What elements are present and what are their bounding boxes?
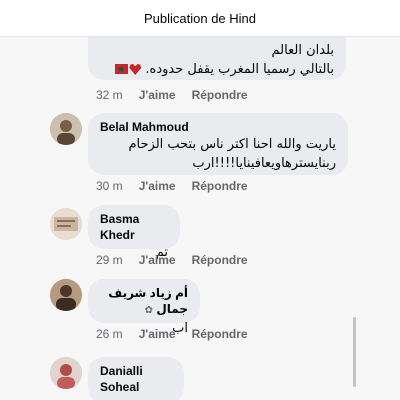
comment-author[interactable]: أم زياد شريف جمال ✿ bbox=[100, 285, 188, 319]
avatar[interactable] bbox=[50, 113, 82, 145]
comment-meta: 32 m J'aime Répondre bbox=[96, 88, 248, 102]
broken-heart-icon bbox=[129, 64, 142, 75]
reply-button[interactable]: Répondre bbox=[192, 327, 248, 341]
reply-button[interactable]: Répondre bbox=[192, 179, 248, 193]
avatar-photo-icon bbox=[50, 357, 82, 389]
comment-time: 32 m bbox=[96, 88, 123, 102]
avatar[interactable] bbox=[50, 357, 82, 389]
morocco-flag-icon bbox=[115, 61, 129, 80]
avatar[interactable] bbox=[50, 279, 82, 311]
comment-bubble: Danialli Soheal Up bbox=[88, 357, 184, 400]
comment-meta: 30 m J'aime Répondre bbox=[96, 179, 248, 193]
comment-author[interactable]: Belal Mahmoud bbox=[100, 119, 336, 135]
comment-time: 26 m bbox=[96, 327, 123, 341]
comment-author[interactable]: Basma Khedr bbox=[100, 211, 168, 243]
emoji-group bbox=[115, 61, 142, 80]
avatar-photo-icon bbox=[50, 279, 82, 311]
like-button[interactable]: J'aime bbox=[139, 327, 176, 341]
comment-text: Up bbox=[100, 395, 172, 400]
avatar[interactable] bbox=[50, 208, 82, 240]
reply-button[interactable]: Répondre bbox=[192, 88, 248, 102]
comment-meta: 26 m J'aime Répondre bbox=[96, 327, 248, 341]
comment-text-line: ربنايسترهاويعافينايا!!!!ارب bbox=[192, 156, 336, 171]
scrollbar[interactable] bbox=[353, 317, 356, 387]
comments-list[interactable]: بلدان العالم بالتالي رسميا المغرب يقفل ح… bbox=[0, 37, 400, 400]
comment-author[interactable]: Danialli Soheal bbox=[100, 363, 172, 395]
comment-meta: 29 m J'aime Répondre bbox=[96, 253, 248, 267]
comment-text-line: بالتالي رسميا المغرب يقفل حدوده. bbox=[100, 60, 334, 80]
comment-text: بالتالي رسميا المغرب يقفل حدوده. bbox=[145, 62, 334, 77]
comment-time: 30 m bbox=[96, 179, 123, 193]
page-title: Publication de Hind bbox=[143, 10, 257, 26]
avatar-photo-icon bbox=[50, 113, 82, 145]
comment-time: 29 m bbox=[96, 253, 123, 267]
comment-bubble: بلدان العالم بالتالي رسميا المغرب يقفل ح… bbox=[88, 37, 346, 80]
like-button[interactable]: J'aime bbox=[139, 179, 176, 193]
reply-button[interactable]: Répondre bbox=[192, 253, 248, 267]
like-button[interactable]: J'aime bbox=[139, 88, 176, 102]
like-button[interactable]: J'aime bbox=[139, 253, 176, 267]
comment-bubble: Basma Khedr تم bbox=[88, 205, 180, 260]
badge-icon: ✿ bbox=[144, 305, 154, 316]
comment-bubble: Belal Mahmoud ياريت والله احنا اكتر ناس … bbox=[88, 113, 348, 175]
avatar-photo-icon bbox=[50, 208, 82, 240]
comment-bubble: أم زياد شريف جمال ✿ اب bbox=[88, 279, 200, 336]
top-bar: Publication de Hind bbox=[0, 0, 400, 37]
comment-text-line: بلدان العالم bbox=[271, 43, 334, 58]
comment-text-line: ياريت والله احنا اكتر ناس بتحب الزحام bbox=[128, 137, 336, 152]
